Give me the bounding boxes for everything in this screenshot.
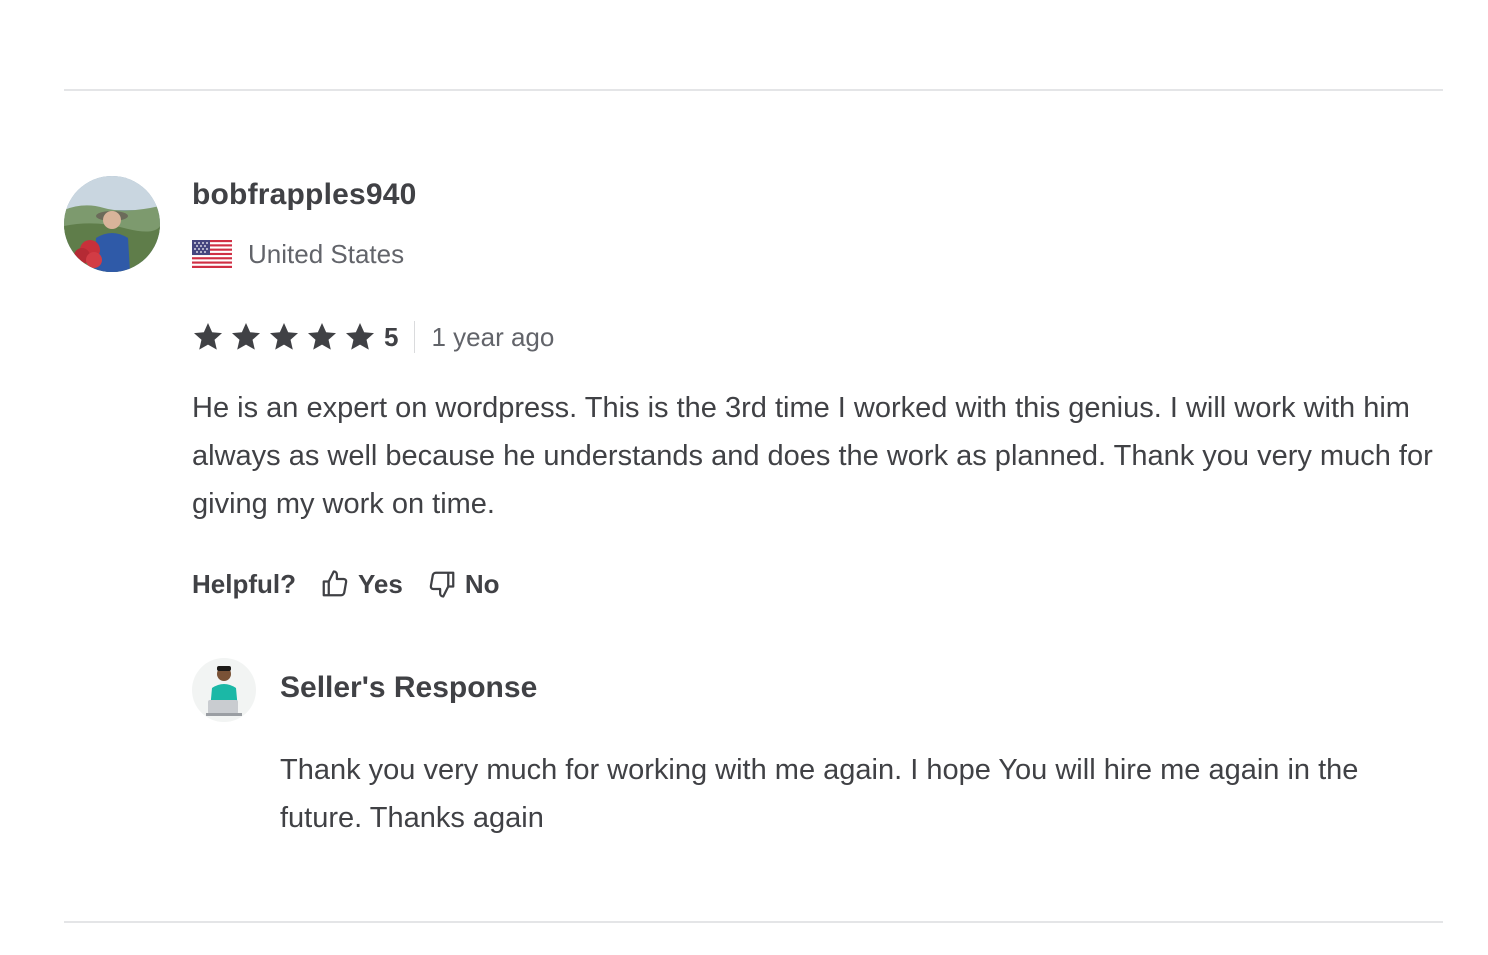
review-divider-bottom [64,921,1443,923]
rating-value: 5 [384,321,399,352]
thumbs-down-icon [429,571,455,598]
star-icon [232,323,260,350]
rating-separator [414,321,416,353]
reviewer-avatar[interactable] [64,176,160,272]
star-icon [346,323,374,350]
helpful-row: Helpful? Yes No [192,566,500,602]
seller-response-title: Seller's Response [280,671,538,704]
star-icon [194,323,222,350]
review-time: 1 year ago [431,321,555,352]
reviewer-username[interactable]: bobfrapples940 [192,176,417,214]
helpful-yes-label: Yes [358,568,403,599]
reviewer-country: United States [192,238,404,270]
helpful-label: Helpful? [192,568,296,599]
us-flag-icon [192,240,232,268]
helpful-no-label: No [464,568,500,599]
review-rating: 5 1 year ago [192,320,554,354]
review-divider-top [64,89,1443,91]
helpful-yes-button[interactable]: Yes [320,569,403,600]
star-icon [270,323,298,350]
star-icon [308,323,336,350]
helpful-no-button[interactable]: No [427,569,500,600]
thumbs-up-icon [322,570,348,597]
country-name: United States [248,239,405,269]
seller-response-text: Thank you very much for working with me … [280,754,1359,834]
review-text: He is an expert on wordpress. This is th… [192,392,1433,520]
seller-avatar[interactable] [192,658,256,722]
